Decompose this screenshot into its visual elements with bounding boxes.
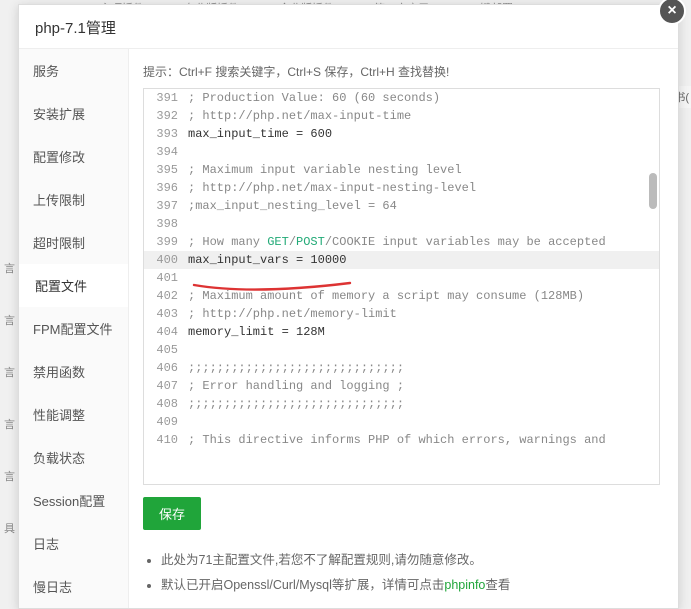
code-text[interactable]: ;;;;;;;;;;;;;;;;;;;;;;;;;;;;;; bbox=[188, 359, 659, 377]
code-text[interactable] bbox=[188, 413, 659, 431]
code-line[interactable]: 399; How many GET/POST/COOKIE input vari… bbox=[144, 233, 659, 251]
phpinfo-link[interactable]: phpinfo bbox=[444, 578, 485, 592]
code-text[interactable]: ; http://php.net/memory-limit bbox=[188, 305, 659, 323]
code-line[interactable]: 400max_input_vars = 10000 bbox=[144, 251, 659, 269]
line-number: 398 bbox=[144, 215, 188, 233]
line-number: 406 bbox=[144, 359, 188, 377]
note-line: 默认已开启Openssl/Curl/Mysql等扩展，详情可点击phpinfo查… bbox=[161, 573, 660, 598]
line-number: 403 bbox=[144, 305, 188, 323]
code-line[interactable]: 394 bbox=[144, 143, 659, 161]
code-text[interactable]: ;;;;;;;;;;;;;;;;;;;;;;;;;;;;;; bbox=[188, 395, 659, 413]
code-text[interactable]: ; How many GET/POST/COOKIE input variabl… bbox=[188, 233, 659, 251]
sidebar-item-0[interactable]: 服务 bbox=[19, 49, 128, 92]
sidebar-item-11[interactable]: 日志 bbox=[19, 522, 128, 565]
line-number: 401 bbox=[144, 269, 188, 287]
editor-viewport[interactable]: 391; Production Value: 60 (60 seconds)39… bbox=[144, 89, 659, 484]
code-text[interactable]: max_input_time = 600 bbox=[188, 125, 659, 143]
code-text[interactable] bbox=[188, 269, 659, 287]
sidebar: 服务安装扩展配置修改上传限制超时限制配置文件FPM配置文件禁用函数性能调整负载状… bbox=[19, 49, 129, 608]
code-line[interactable]: 402; Maximum amount of memory a script m… bbox=[144, 287, 659, 305]
line-number: 402 bbox=[144, 287, 188, 305]
code-text[interactable]: ; Production Value: 60 (60 seconds) bbox=[188, 89, 659, 107]
content-pane: 提示：Ctrl+F 搜索关键字，Ctrl+S 保存，Ctrl+H 查找替换! 3… bbox=[129, 49, 678, 608]
line-number: 393 bbox=[144, 125, 188, 143]
sidebar-item-8[interactable]: 性能调整 bbox=[19, 393, 128, 436]
line-number: 408 bbox=[144, 395, 188, 413]
code-line[interactable]: 401 bbox=[144, 269, 659, 287]
sidebar-item-6[interactable]: FPM配置文件 bbox=[19, 307, 128, 350]
line-number: 405 bbox=[144, 341, 188, 359]
sidebar-item-9[interactable]: 负载状态 bbox=[19, 436, 128, 479]
line-number: 392 bbox=[144, 107, 188, 125]
code-line[interactable]: 409 bbox=[144, 413, 659, 431]
code-line[interactable]: 396; http://php.net/max-input-nesting-le… bbox=[144, 179, 659, 197]
code-line[interactable]: 395; Maximum input variable nesting leve… bbox=[144, 161, 659, 179]
note-line: 此处为71主配置文件,若您不了解配置规则,请勿随意修改。 bbox=[161, 548, 660, 573]
code-line[interactable]: 398 bbox=[144, 215, 659, 233]
code-text[interactable] bbox=[188, 341, 659, 359]
footer-notes: 此处为71主配置文件,若您不了解配置规则,请勿随意修改。 默认已开启Openss… bbox=[143, 548, 660, 598]
sidebar-item-5[interactable]: 配置文件 bbox=[19, 264, 128, 307]
code-line[interactable]: 408;;;;;;;;;;;;;;;;;;;;;;;;;;;;;; bbox=[144, 395, 659, 413]
code-text[interactable]: memory_limit = 128M bbox=[188, 323, 659, 341]
code-line[interactable]: 392; http://php.net/max-input-time bbox=[144, 107, 659, 125]
php-manage-modal: × php-7.1管理 服务安装扩展配置修改上传限制超时限制配置文件FPM配置文… bbox=[18, 4, 679, 609]
code-line[interactable]: 397;max_input_nesting_level = 64 bbox=[144, 197, 659, 215]
code-line[interactable]: 403; http://php.net/memory-limit bbox=[144, 305, 659, 323]
sidebar-item-1[interactable]: 安装扩展 bbox=[19, 92, 128, 135]
line-number: 407 bbox=[144, 377, 188, 395]
code-line[interactable]: 391; Production Value: 60 (60 seconds) bbox=[144, 89, 659, 107]
line-number: 397 bbox=[144, 197, 188, 215]
save-button[interactable]: 保存 bbox=[143, 497, 201, 530]
bg-left-strip: 言 言 言 言 言 具 bbox=[0, 260, 16, 572]
code-line[interactable]: 404memory_limit = 128M bbox=[144, 323, 659, 341]
modal-body: 服务安装扩展配置修改上传限制超时限制配置文件FPM配置文件禁用函数性能调整负载状… bbox=[19, 49, 678, 608]
code-text[interactable]: ; Error handling and logging ; bbox=[188, 377, 659, 395]
line-number: 400 bbox=[144, 251, 188, 269]
sidebar-item-2[interactable]: 配置修改 bbox=[19, 135, 128, 178]
code-line[interactable]: 410; This directive informs PHP of which… bbox=[144, 431, 659, 449]
editor-hint: 提示：Ctrl+F 搜索关键字，Ctrl+S 保存，Ctrl+H 查找替换! bbox=[143, 59, 660, 88]
code-text[interactable] bbox=[188, 215, 659, 233]
code-line[interactable]: 406;;;;;;;;;;;;;;;;;;;;;;;;;;;;;; bbox=[144, 359, 659, 377]
line-number: 410 bbox=[144, 431, 188, 449]
code-text[interactable] bbox=[188, 143, 659, 161]
line-number: 409 bbox=[144, 413, 188, 431]
code-line[interactable]: 405 bbox=[144, 341, 659, 359]
modal-title: php-7.1管理 bbox=[19, 5, 678, 49]
scrollbar-thumb[interactable] bbox=[649, 173, 657, 209]
editor-scrollbar[interactable] bbox=[649, 93, 657, 480]
line-number: 399 bbox=[144, 233, 188, 251]
code-text[interactable]: ; http://php.net/max-input-nesting-level bbox=[188, 179, 659, 197]
code-text[interactable]: max_input_vars = 10000 bbox=[188, 251, 659, 269]
line-number: 391 bbox=[144, 89, 188, 107]
code-line[interactable]: 393max_input_time = 600 bbox=[144, 125, 659, 143]
code-line[interactable]: 407; Error handling and logging ; bbox=[144, 377, 659, 395]
code-editor[interactable]: 391; Production Value: 60 (60 seconds)39… bbox=[143, 88, 660, 485]
code-text[interactable]: ; Maximum input variable nesting level bbox=[188, 161, 659, 179]
sidebar-item-3[interactable]: 上传限制 bbox=[19, 178, 128, 221]
code-text[interactable]: ; Maximum amount of memory a script may … bbox=[188, 287, 659, 305]
line-number: 404 bbox=[144, 323, 188, 341]
sidebar-item-10[interactable]: Session配置 bbox=[19, 479, 128, 522]
sidebar-item-7[interactable]: 禁用函数 bbox=[19, 350, 128, 393]
sidebar-item-12[interactable]: 慢日志 bbox=[19, 565, 128, 608]
line-number: 395 bbox=[144, 161, 188, 179]
code-text[interactable]: ; http://php.net/max-input-time bbox=[188, 107, 659, 125]
code-text[interactable]: ;max_input_nesting_level = 64 bbox=[188, 197, 659, 215]
code-text[interactable]: ; This directive informs PHP of which er… bbox=[188, 431, 659, 449]
line-number: 396 bbox=[144, 179, 188, 197]
close-icon[interactable]: × bbox=[658, 0, 686, 25]
line-number: 394 bbox=[144, 143, 188, 161]
sidebar-item-4[interactable]: 超时限制 bbox=[19, 221, 128, 264]
